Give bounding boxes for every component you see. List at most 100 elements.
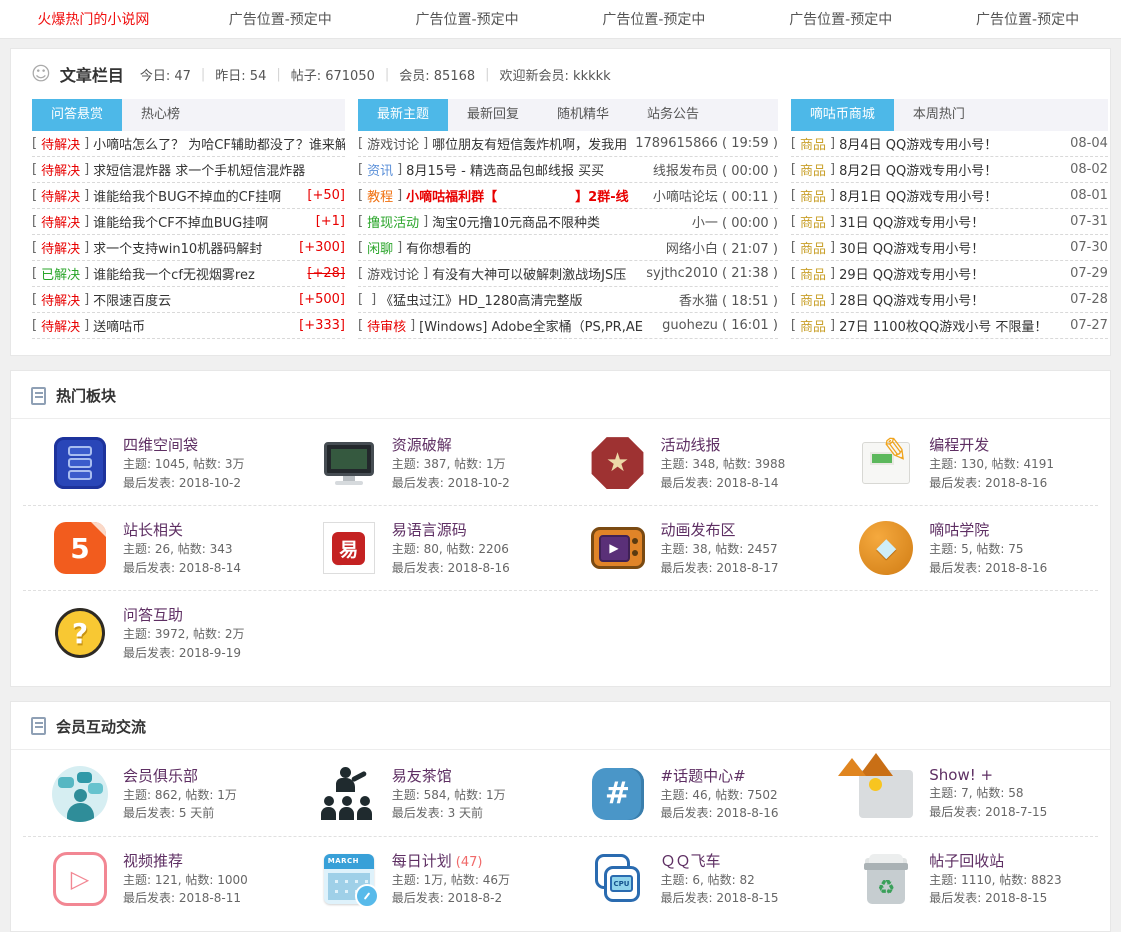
forum-title[interactable]: ＱＱ飞车	[661, 852, 721, 870]
tab-latest-replies[interactable]: 最新回复	[448, 99, 538, 131]
forum-cell[interactable]: 资源破解 主题: 387, 帖数: 1万 最后发表: 2018-10-2	[292, 421, 561, 505]
thread-title[interactable]: 求一个支持win10机器码解封	[93, 238, 294, 257]
goods-title[interactable]: 29日 QQ游戏专用小号！	[839, 264, 1062, 283]
forum-title[interactable]: 编程开发	[929, 436, 989, 454]
yi-seal-icon[interactable]: 易	[320, 519, 378, 577]
forum-cell[interactable]: ♻ 帖子回收站 主题: 1110, 帖数: 8823 最后发表: 2018-8-…	[829, 837, 1098, 921]
goods-title[interactable]: 30日 QQ游戏专用小号！	[839, 238, 1062, 257]
forum-cell[interactable]: ? 问答互助 主题: 3972, 帖数: 2万 最后发表: 2018-9-19	[23, 591, 292, 675]
thread-title[interactable]: 8月15号 - 精选商品包邮线报 买买	[406, 160, 645, 179]
goods-title[interactable]: 27日 1100枚QQ游戏小号 不限量！	[839, 316, 1062, 335]
question-coin-icon[interactable]: ?	[51, 604, 109, 662]
thread-title[interactable]: 不限速百度云	[93, 290, 294, 309]
thread-title[interactable]: 谁能给我个BUG不掉血的CF挂啊	[93, 186, 302, 205]
author-time[interactable]: 小一 ( 00:00 )	[692, 212, 778, 231]
cpu-chip-icon[interactable]: CPU	[589, 850, 647, 908]
forum-cell[interactable]: ◆ 嘀咕学院 主题: 5, 帖数: 75 最后发表: 2018-8-16	[829, 506, 1098, 590]
monitor-icon[interactable]	[320, 434, 378, 492]
thread-title[interactable]: 谁能给我个CF不掉血BUG挂啊	[93, 212, 311, 231]
pencil-paper-icon[interactable]: ✎	[857, 434, 915, 492]
thread-title[interactable]: 淘宝0元撸10元商品不限种类	[432, 212, 684, 231]
forum-title[interactable]: 易友茶馆	[392, 767, 452, 785]
tab-coin-shop[interactable]: 嘀咕币商城	[791, 99, 894, 131]
recycle-bin-icon[interactable]: ♻	[857, 850, 915, 908]
forum-title[interactable]: 嘀咕学院	[929, 521, 989, 539]
author-time[interactable]: syjthc2010 ( 21:38 )	[646, 266, 778, 281]
thread-title[interactable]: 有你想看的	[406, 238, 658, 257]
hashtag-icon[interactable]: #	[589, 765, 647, 823]
forum-cell[interactable]: 会员俱乐部 主题: 862, 帖数: 1万 最后发表: 5 天前	[23, 752, 292, 836]
goods-title[interactable]: 8月2日 QQ游戏专用小号！	[839, 160, 1062, 179]
goods-title[interactable]: 28日 QQ游戏专用小号！	[839, 290, 1062, 309]
forum-cell[interactable]: Show! + 主题: 7, 帖数: 58 最后发表: 2018-7-15	[829, 752, 1098, 836]
tv-icon[interactable]: ▶	[589, 519, 647, 577]
forum-cell[interactable]: # #话题中心# 主题: 46, 帖数: 7502 最后发表: 2018-8-1…	[561, 752, 830, 836]
star-badge-icon[interactable]: ★	[589, 434, 647, 492]
ad-link[interactable]: 广告位置-预定中	[934, 9, 1121, 29]
thread-title[interactable]: 小嘀咕怎么了？ 为哈CF辅助都没了？谁来解	[93, 134, 345, 153]
forum-title[interactable]: 四维空间袋	[123, 436, 198, 454]
tab-site-announcements[interactable]: 站务公告	[628, 99, 718, 131]
tab-qa-bounty[interactable]: 问答悬赏	[32, 99, 122, 131]
people-chat-icon[interactable]	[51, 765, 109, 823]
thread-title[interactable]: [Windows] Adobe全家桶（PS,PR,AE	[419, 316, 654, 335]
forum-title[interactable]: 帖子回收站	[929, 852, 1004, 870]
author-time[interactable]: guohezu ( 16:01 )	[662, 318, 778, 333]
tea-house-people-icon[interactable]	[320, 765, 378, 823]
diamond-icon[interactable]: ◆	[857, 519, 915, 577]
forum-title[interactable]: 问答互助	[123, 606, 183, 624]
goods-title[interactable]: 31日 QQ游戏专用小号！	[839, 212, 1062, 231]
forum-title[interactable]: 视频推荐	[123, 852, 183, 870]
ad-link[interactable]: 广告位置-预定中	[560, 9, 747, 29]
forum-title[interactable]: 会员俱乐部	[123, 767, 198, 785]
goods-title[interactable]: 8月4日 QQ游戏专用小号！	[839, 134, 1062, 153]
stat-newest-member[interactable]: 欢迎新会员: kkkkk	[500, 65, 611, 84]
tab-weekly-hot[interactable]: 本周热门	[894, 99, 984, 131]
forum-title[interactable]: 资源破解	[392, 436, 452, 454]
author-time[interactable]: 线报发布员 ( 00:00 )	[653, 160, 778, 179]
forum-cell[interactable]: ▷ 视频推荐 主题: 121, 帖数: 1000 最后发表: 2018-8-11	[23, 837, 292, 921]
tab-latest-threads[interactable]: 最新主题	[358, 99, 448, 131]
ad-link[interactable]: 广告位置-预定中	[747, 9, 934, 29]
forum-title[interactable]: 动画发布区	[661, 521, 736, 539]
goods-title[interactable]: 8月1日 QQ游戏专用小号！	[839, 186, 1062, 205]
forum-cell[interactable]: 四维空间袋 主题: 1045, 帖数: 3万 最后发表: 2018-10-2	[23, 421, 292, 505]
thread-title[interactable]: 有没有大神可以破解刺激战场JS压	[432, 264, 638, 283]
member-forums-card: 会员互动交流 会员俱乐部 主题: 862, 帖数: 1万 最后发表: 5 天前 …	[10, 701, 1111, 932]
author-time[interactable]: 小嘀咕论坛 ( 00:11 )	[653, 186, 778, 205]
ad-link[interactable]: 广告位置-预定中	[374, 9, 561, 29]
forum-cell[interactable]: 易 易语言源码 主题: 80, 帖数: 2206 最后发表: 2018-8-16	[292, 506, 561, 590]
forum-title[interactable]: 每日计划	[392, 852, 452, 870]
photo-icon[interactable]	[857, 765, 915, 823]
forum-cell[interactable]: ★ 活动线报 主题: 348, 帖数: 3988 最后发表: 2018-8-14	[561, 421, 830, 505]
calendar-icon[interactable]: MARCH	[320, 850, 378, 908]
tab-warm-ranking[interactable]: 热心榜	[122, 99, 199, 131]
html5-icon[interactable]: 5	[51, 519, 109, 577]
forum-cell[interactable]: 易友茶馆 主题: 584, 帖数: 1万 最后发表: 3 天前	[292, 752, 561, 836]
thread-title[interactable]: 哪位朋友有短信轰炸机啊，发我用	[432, 134, 627, 153]
ad-link-novel[interactable]: 火爆热门的小说网	[0, 9, 187, 29]
thread-title[interactable]: 谁能给我一个cf无视烟雾rez	[93, 264, 302, 283]
grid-notebook-icon[interactable]	[51, 434, 109, 492]
forum-cell[interactable]: CPU ＱＱ飞车 主题: 6, 帖数: 82 最后发表: 2018-8-15	[561, 837, 830, 921]
forum-cell[interactable]: ▶ 动画发布区 主题: 38, 帖数: 2457 最后发表: 2018-8-17	[561, 506, 830, 590]
thread-title[interactable]: 求短信混炸器 求一个手机短信混炸器	[93, 160, 345, 179]
list-item: [待解决] 小嘀咕怎么了？ 为哈CF辅助都没了？谁来解	[32, 131, 345, 157]
thread-title[interactable]: 《猛虫过江》HD_1280高清完整版	[380, 290, 671, 309]
forum-cell[interactable]: ✎ 编程开发 主题: 130, 帖数: 4191 最后发表: 2018-8-16	[829, 421, 1098, 505]
forum-cell[interactable]: 5 站长相关 主题: 26, 帖数: 343 最后发表: 2018-8-14	[23, 506, 292, 590]
author-time[interactable]: 香水猫 ( 18:51 )	[679, 290, 778, 309]
forum-cell[interactable]: MARCH 每日计划(47) 主题: 1万, 帖数: 46万 最后发表: 201…	[292, 837, 561, 921]
forum-title[interactable]: 活动线报	[661, 436, 721, 454]
author-time[interactable]: 1789615866 ( 19:59 )	[635, 136, 778, 151]
play-button-icon[interactable]: ▷	[51, 850, 109, 908]
thread-title[interactable]: 小嘀咕福利群【 】2群-线	[406, 186, 645, 205]
ad-link[interactable]: 广告位置-预定中	[187, 9, 374, 29]
thread-title[interactable]: 送嘀咕币	[93, 316, 294, 335]
forum-title[interactable]: #话题中心#	[661, 767, 746, 785]
forum-title[interactable]: Show! +	[929, 766, 993, 784]
tab-random-digest[interactable]: 随机精华	[538, 99, 628, 131]
author-time[interactable]: 网络小白 ( 21:07 )	[666, 238, 778, 257]
forum-title[interactable]: 站长相关	[123, 521, 183, 539]
forum-title[interactable]: 易语言源码	[392, 521, 467, 539]
